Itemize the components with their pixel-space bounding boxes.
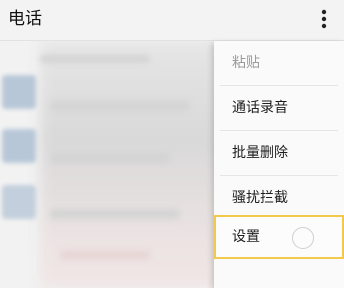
list-item — [60, 251, 150, 259]
more-options-button[interactable] — [310, 5, 338, 33]
list-item — [40, 55, 150, 63]
list-item — [50, 153, 170, 163]
avatar — [2, 185, 36, 219]
list-item — [50, 101, 190, 111]
avatar — [2, 129, 36, 163]
avatar — [2, 75, 36, 109]
menu-item-batch-delete[interactable]: 批量删除 — [214, 131, 344, 175]
app-title: 电话 — [8, 9, 42, 29]
menu-item-harassment-block[interactable]: 骚扰拦截 — [214, 176, 344, 220]
touch-indicator — [292, 227, 314, 249]
app-bar: 电话 — [0, 0, 344, 41]
list-item — [50, 209, 180, 219]
more-vertical-icon — [321, 9, 327, 29]
overflow-menu: 粘贴 通话录音 批量删除 骚扰拦截 设置 — [214, 41, 344, 288]
menu-item-settings-label: 设置 — [232, 229, 260, 245]
menu-item-paste[interactable]: 粘贴 — [214, 41, 344, 85]
menu-item-call-recording[interactable]: 通话录音 — [214, 86, 344, 130]
menu-item-settings[interactable]: 设置 — [214, 215, 344, 259]
